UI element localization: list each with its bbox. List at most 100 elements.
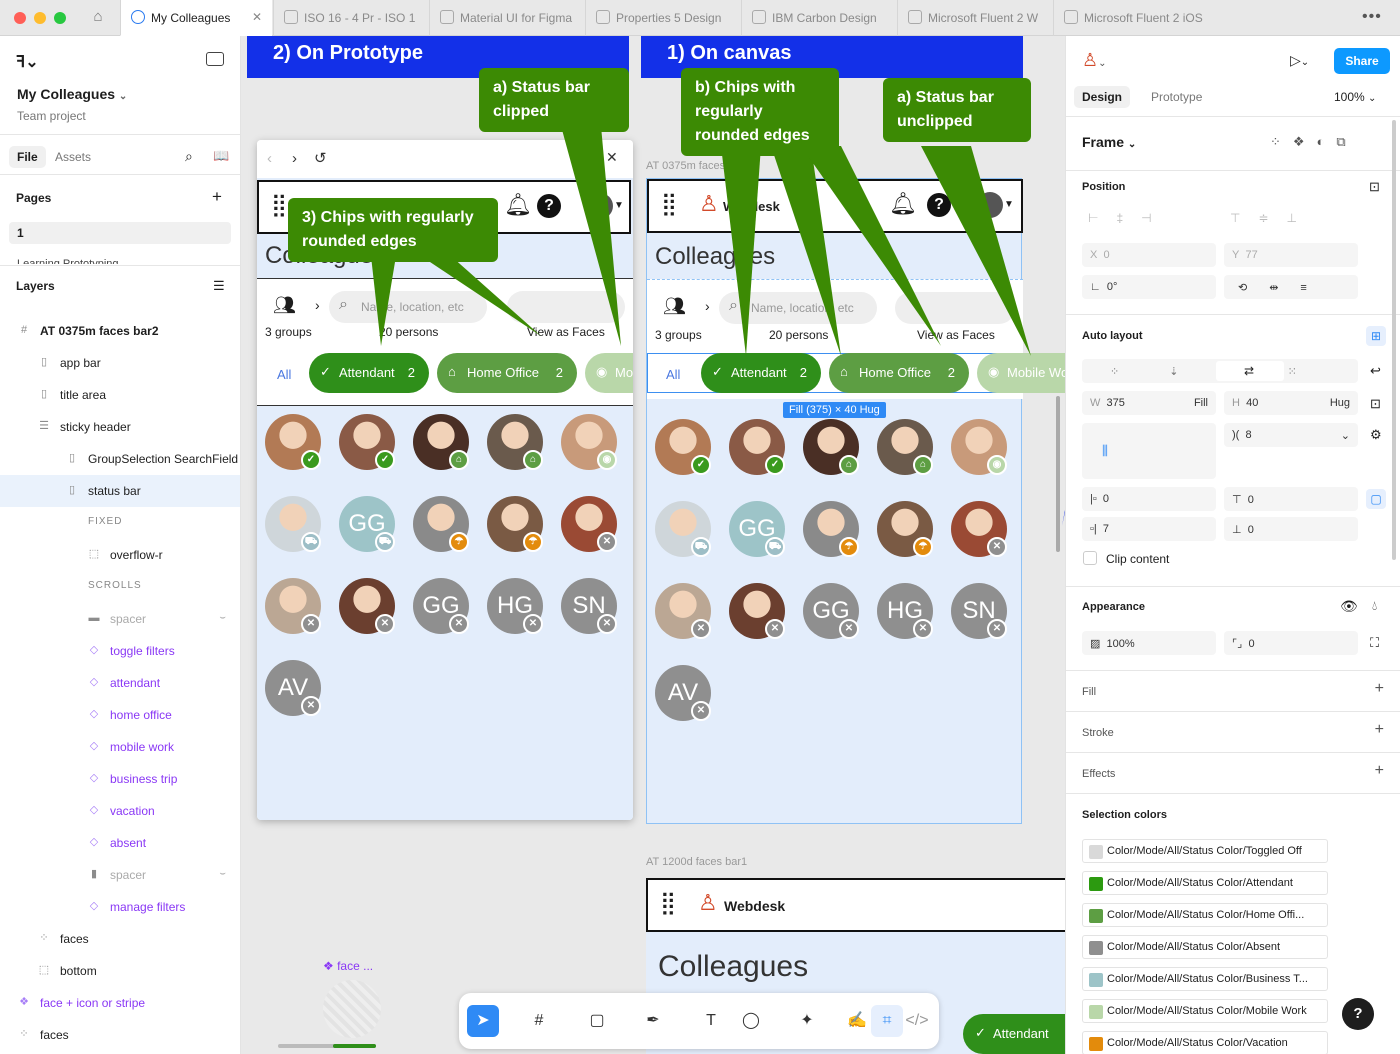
spacing-settings-icon[interactable]: ⚙ [1370, 427, 1382, 443]
close-window-icon[interactable] [14, 12, 26, 24]
tab-design[interactable]: Design [1074, 86, 1131, 108]
layer-row[interactable]: ⬚ bottom [0, 955, 240, 987]
wrap-icon[interactable]: ⇄ [1244, 364, 1254, 378]
add-fill-icon[interactable]: + [1375, 680, 1384, 698]
y-field[interactable]: Y 77 [1224, 243, 1358, 267]
tab-my-colleagues[interactable]: My Colleagues ✕ [120, 0, 272, 36]
user-avatar-icon[interactable]: ♙⌄ [1082, 50, 1107, 71]
home-icon[interactable]: ⌂ [86, 8, 110, 28]
tab-7[interactable]: Microsoft Fluent 2 iOS [1053, 0, 1203, 36]
tab-6[interactable]: Microsoft Fluent 2 W [897, 0, 1052, 36]
present-icon[interactable]: ▷⌄ [1290, 52, 1309, 69]
figma-menu-icon[interactable]: ꟻ⌄ [16, 52, 39, 72]
layer-row[interactable]: ◇ vacation [0, 795, 240, 827]
search-icon[interactable]: ⌕ [185, 148, 193, 165]
more-tabs-icon[interactable]: ••• [1362, 8, 1382, 26]
selection-color-row[interactable]: Color/Mode/All/Status Color/Mobile Work [1082, 999, 1328, 1023]
flip-icons[interactable]: ⟲⇹≡ [1224, 275, 1358, 299]
layer-row[interactable]: ⬚ overflow-r [0, 539, 240, 571]
resize-icon[interactable]: ⊡ [1370, 396, 1381, 412]
padding-bottom-field[interactable]: ⊥ 0 [1224, 517, 1358, 541]
layer-row[interactable]: ◇ absent [0, 827, 240, 859]
fill-title: Fill [1082, 686, 1097, 698]
layer-row[interactable]: ⁘ faces [0, 1019, 240, 1051]
blend-mode-icon[interactable]: 💧︎ [1372, 598, 1377, 614]
selection-color-row[interactable]: Color/Mode/All/Status Color/Vacation [1082, 1031, 1328, 1054]
tab-assets[interactable]: Assets [55, 150, 91, 164]
page-item-1[interactable]: 1 [9, 222, 231, 244]
corner-expand-icon[interactable]: ⛶ [1370, 635, 1379, 651]
radius-field[interactable]: ⌜⌟ 0 [1224, 631, 1358, 655]
add-page-icon[interactable]: + [212, 187, 222, 207]
file-icon [440, 10, 454, 24]
layer-row[interactable]: ◇ attendant [0, 667, 240, 699]
page-item-2[interactable]: Learning Prototyping [17, 258, 119, 264]
layer-row[interactable]: ◇ business trip [0, 763, 240, 795]
maximize-window-icon[interactable] [54, 12, 66, 24]
zoom-level[interactable]: 100% ⌄ [1334, 90, 1376, 104]
add-stroke-icon[interactable]: + [1375, 721, 1384, 739]
layer-row[interactable]: ◇ mobile work [0, 731, 240, 763]
panel-scrollbar[interactable] [1392, 120, 1396, 560]
tab-file[interactable]: File [9, 146, 46, 168]
layer-row[interactable]: ▬ spacer ⌣ [0, 603, 240, 635]
padding-top-field[interactable]: ⊤ 0 [1224, 487, 1358, 511]
selection-color-row[interactable]: Color/Mode/All/Status Color/Home Offi... [1082, 903, 1328, 927]
padding-left-field[interactable]: |▫ 0 [1082, 487, 1216, 511]
layer-row[interactable]: # AT 0375m faces bar2 [0, 315, 240, 347]
gap-field[interactable]: )( 8 ⌄ [1224, 423, 1358, 447]
constraints-icon[interactable]: ⊡ [1369, 179, 1380, 195]
alignment-grid[interactable]: ⫼ [1082, 423, 1216, 479]
layer-row[interactable]: ◇ home office [0, 699, 240, 731]
tab-2[interactable]: ISO 16 - 4 Pr - ISO 1 [273, 0, 428, 36]
layer-row[interactable]: SCROLLS [0, 571, 240, 603]
add-effect-icon[interactable]: + [1375, 762, 1384, 780]
width-field[interactable]: W 375 Fill [1082, 391, 1216, 415]
layer-row[interactable]: ▯ app bar [0, 347, 240, 379]
selection-color-row[interactable]: Color/Mode/All/Status Color/Toggled Off [1082, 839, 1328, 863]
wrap-toggle-icon[interactable]: ↩ [1370, 363, 1381, 379]
layer-row[interactable]: ⁘ faces [0, 923, 240, 955]
frame-actions-icons[interactable]: ⁘❖◐⧉ [1270, 134, 1358, 150]
align-vertical-icons[interactable]: ⊤≑⊥ [1224, 211, 1358, 235]
file-name[interactable]: My Colleagues ⌄ [17, 86, 127, 102]
autolayout-icon[interactable]: ⊞ [1366, 326, 1386, 346]
color-name: Color/Mode/All/Status Color/Business T..… [1107, 973, 1308, 985]
selection-color-row[interactable]: Color/Mode/All/Status Color/Attendant [1082, 871, 1328, 895]
rotation-field[interactable]: ∟ 0° [1082, 275, 1216, 299]
layer-row[interactable]: ▯ title area [0, 379, 240, 411]
minimize-window-icon[interactable] [34, 12, 46, 24]
opacity-field[interactable]: ▨ 100% [1082, 631, 1216, 655]
layer-row[interactable]: ◇ toggle filters [0, 635, 240, 667]
collapse-layers-icon[interactable]: ☰ [213, 278, 225, 294]
tab-prototype[interactable]: Prototype [1151, 90, 1202, 104]
individual-padding-icon[interactable]: ▢ [1366, 489, 1386, 509]
tab-3[interactable]: Material UI for Figma [429, 0, 584, 36]
clip-content-checkbox[interactable] [1083, 551, 1097, 565]
library-icon[interactable]: 📖 [213, 148, 229, 164]
layer-row[interactable]: ◇ manage filters [0, 891, 240, 923]
canvas[interactable]: ‹ › ↺ ⧉ ✕ ⣿ 🔔︎ ? FW ▼ Colleagues 👥︎ › 3 … [241, 36, 1065, 1054]
x-field[interactable]: X 0 [1082, 243, 1216, 267]
layer-row[interactable]: ▮ spacer ⌣ [0, 859, 240, 891]
share-button[interactable]: Share [1334, 48, 1390, 74]
help-button[interactable]: ? [1342, 998, 1374, 1030]
tab-5[interactable]: IBM Carbon Design [741, 0, 896, 36]
layer-row[interactable]: ❖ face + icon or stripe [0, 987, 240, 1019]
frame-type[interactable]: Frame ⌄ [1082, 134, 1136, 150]
height-field[interactable]: H 40 Hug [1224, 391, 1358, 415]
hidden-eye-icon[interactable]: ⌣ [219, 868, 226, 879]
panel-toggle-icon[interactable] [206, 52, 224, 66]
padding-right-field[interactable]: ▫| 7 [1082, 517, 1216, 541]
layer-row[interactable]: ▯ status bar [0, 475, 240, 507]
close-tab-icon[interactable]: ✕ [252, 10, 262, 24]
selection-color-row[interactable]: Color/Mode/All/Status Color/Absent [1082, 935, 1328, 959]
layer-row[interactable]: FIXED [0, 507, 240, 539]
layer-row[interactable]: ▯ GroupSelection SearchField ViewAs [0, 443, 240, 475]
layer-row[interactable]: ☰ sticky header [0, 411, 240, 443]
selection-color-row[interactable]: Color/Mode/All/Status Color/Business T..… [1082, 967, 1328, 991]
tab-4[interactable]: Properties 5 Design [585, 0, 740, 36]
visibility-icon[interactable]: 👁︎ [1340, 598, 1358, 615]
align-horizontal-icons[interactable]: ⊢‡⊣ [1082, 211, 1216, 235]
hidden-eye-icon[interactable]: ⌣ [219, 612, 226, 623]
